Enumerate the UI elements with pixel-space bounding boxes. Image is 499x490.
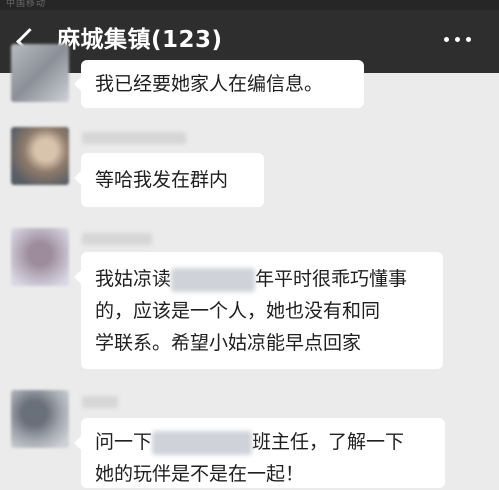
message-text: 班主任，了解一下 <box>252 431 405 453</box>
message-text: 学联系。希望小姑凉能早点回家 <box>95 332 362 354</box>
message-bubble: 问一下 班主任，了解一下 她的玩伴是不是在一起！ <box>74 418 445 488</box>
avatar[interactable] <box>11 127 69 185</box>
avatar[interactable] <box>11 44 69 102</box>
status-bar: 中国移动 <box>0 0 499 10</box>
redacted-text <box>152 430 253 455</box>
message-text: 年平时很乖巧懂事 <box>255 268 408 290</box>
message-text: 的，应该是一个人，她也没有和同 <box>95 300 381 322</box>
sender-name <box>82 132 186 144</box>
message-text: 我姑凉读 <box>95 268 172 290</box>
more-options-icon[interactable] <box>444 37 471 42</box>
message-text-line: 问一下 班主任，了解一下 <box>95 426 431 458</box>
message-text: 问一下 <box>95 431 153 453</box>
message-bubble: 我已经要她家人在编信息。 <box>74 60 364 108</box>
message-text: 她的玩伴是不是在一起！ <box>95 463 305 485</box>
sender-name <box>82 396 118 408</box>
avatar[interactable] <box>11 228 69 286</box>
avatar[interactable] <box>11 390 69 448</box>
redacted-text <box>171 267 256 292</box>
message-text: 等哈我发在群内 <box>95 169 229 191</box>
message-bubble: 我姑凉读 年平时很乖巧懂事 的，应该是一个人，她也没有和同 学联系。希望小姑凉能早… <box>74 252 443 369</box>
sender-name <box>82 233 152 245</box>
message-text-line: 我姑凉读 年平时很乖巧懂事 <box>95 263 429 295</box>
message-text: 我已经要她家人在编信息。 <box>95 73 324 95</box>
chat-title: 麻城集镇(123) <box>57 27 223 53</box>
message-bubble: 等哈我发在群内 <box>74 153 264 207</box>
